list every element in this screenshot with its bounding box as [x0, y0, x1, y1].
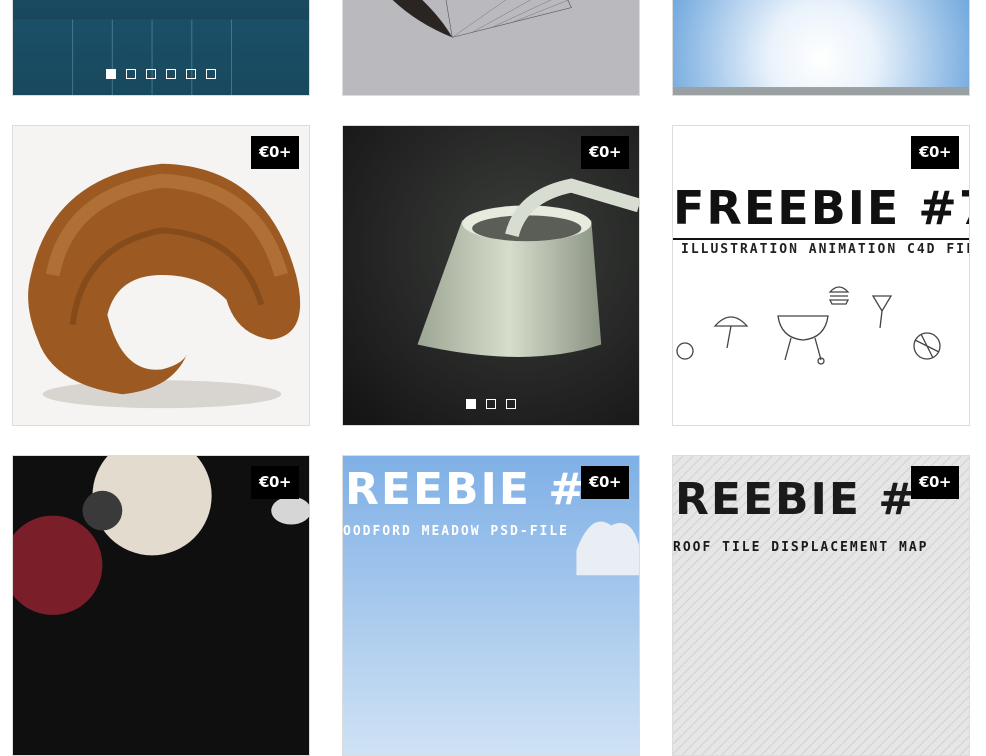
product-card-top-middle[interactable]	[342, 0, 640, 96]
grill-icon	[777, 315, 829, 365]
carousel-dot-3[interactable]	[146, 69, 156, 79]
product-image	[13, 126, 309, 425]
price-badge: €0+	[581, 466, 629, 499]
ball-icon	[913, 332, 941, 360]
price-badge: €0+	[911, 466, 959, 499]
product-image	[343, 0, 639, 95]
price-badge: €0+	[911, 136, 959, 169]
product-card-top-right[interactable]	[672, 0, 970, 96]
product-card-top-left[interactable]	[12, 0, 310, 96]
carousel-dot-3[interactable]	[506, 399, 516, 409]
product-image	[13, 0, 309, 95]
carousel-dot-1[interactable]	[106, 69, 116, 79]
price-badge: €0+	[581, 136, 629, 169]
price-badge: €0+	[251, 466, 299, 499]
product-card-croissant[interactable]: €0+	[12, 125, 310, 426]
carousel-dot-1[interactable]	[466, 399, 476, 409]
burger-icon	[828, 286, 850, 305]
freebie-subtitle: ILLUSTRATION ANIMATION C4D FILE	[681, 242, 970, 257]
freebie-title: FREEBIE #7	[673, 181, 970, 235]
carousel-dot-6[interactable]	[206, 69, 216, 79]
freebie-subtitle: ROOF TILE DISPLACEMENT MAP	[673, 540, 929, 555]
freebie-subtitle: OODFORD MEADOW PSD-FILE	[343, 524, 570, 539]
product-card-woodford[interactable]: REEBIE # OODFORD MEADOW PSD-FILE €0+	[342, 455, 640, 756]
carousel-dots	[13, 69, 309, 79]
carousel-dot-5[interactable]	[186, 69, 196, 79]
carousel-dots	[343, 399, 639, 409]
illustration-icons	[676, 286, 941, 365]
price-badge: €0+	[251, 136, 299, 169]
sunglasses-icon	[676, 342, 694, 360]
product-card-lamp[interactable]: €0+	[342, 125, 640, 426]
product-image	[343, 126, 639, 425]
freebie-title: REEBIE #	[345, 464, 588, 515]
product-card-ornaments[interactable]: €0+	[12, 455, 310, 756]
cocktail-icon	[871, 295, 893, 329]
carousel-dot-2[interactable]	[126, 69, 136, 79]
product-card-tile[interactable]: REEBIE # ROOF TILE DISPLACEMENT MAP €0+	[672, 455, 970, 756]
umbrella-icon	[713, 316, 749, 349]
title-underline	[673, 238, 969, 240]
product-card-freebie-7[interactable]: FREEBIE #7 ILLUSTRATION ANIMATION C4D FI…	[672, 125, 970, 426]
freebie-title: REEBIE #	[675, 474, 918, 525]
carousel-dot-2[interactable]	[486, 399, 496, 409]
carousel-dot-4[interactable]	[166, 69, 176, 79]
product-image	[13, 456, 309, 755]
product-image	[673, 0, 969, 95]
